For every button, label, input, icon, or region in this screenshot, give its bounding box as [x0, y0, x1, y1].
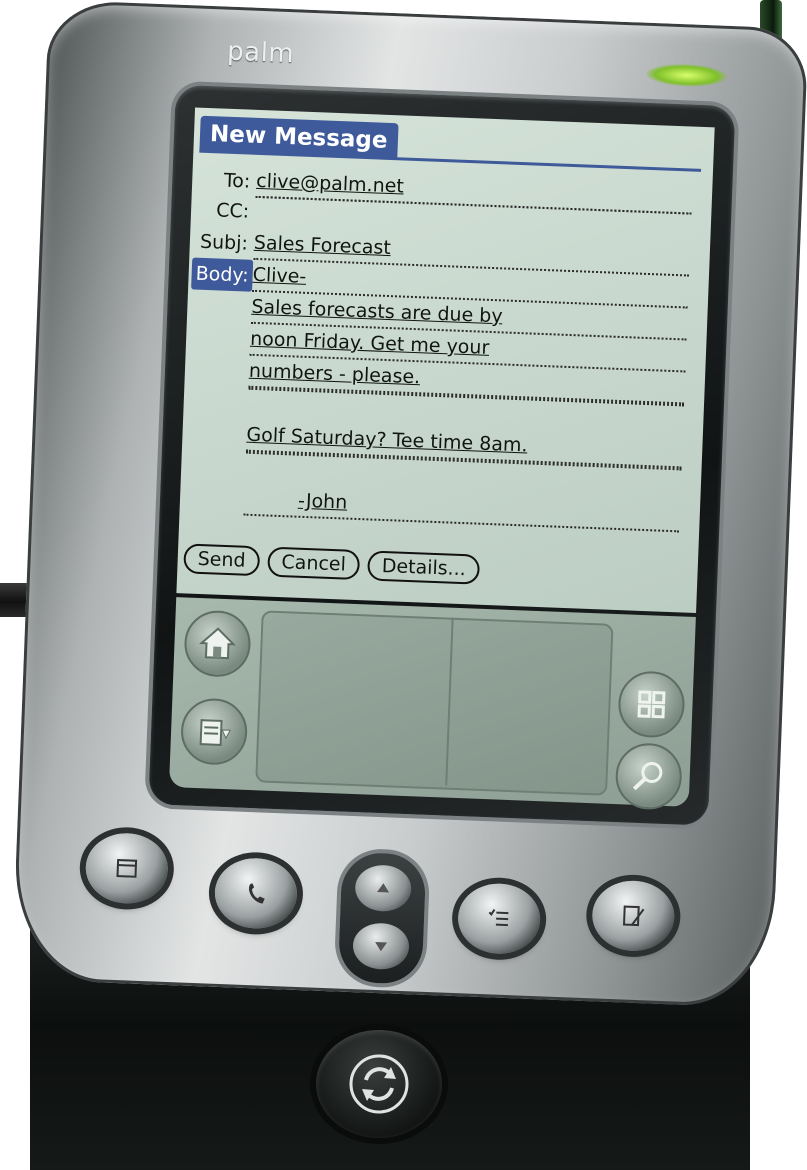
menu-button[interactable]: [179, 697, 249, 766]
details-button[interactable]: Details...: [367, 550, 481, 585]
lcd-screen: New Message To: clive@palm.net CC: Subj:…: [176, 107, 715, 614]
graffiti-writing-area[interactable]: [255, 610, 614, 796]
body-label[interactable]: Body:: [191, 257, 254, 292]
applications-button[interactable]: [617, 670, 686, 739]
memo-icon: [622, 905, 645, 927]
todo-icon: [488, 908, 509, 927]
sync-icon: [349, 1054, 409, 1114]
applications-icon: [637, 690, 666, 719]
palm-device: palm m515 New Message To: clive@palm.net…: [11, 0, 807, 1009]
home-button[interactable]: [183, 609, 252, 678]
memo-button[interactable]: [591, 879, 676, 953]
find-button[interactable]: [614, 742, 683, 811]
scroll-up-button[interactable]: [354, 864, 413, 913]
home-icon: [198, 627, 236, 660]
hotsync-button[interactable]: [316, 1030, 442, 1138]
subject-label: Subj:: [199, 230, 249, 255]
calendar-icon: [116, 859, 138, 878]
scroll-buttons: [337, 851, 427, 985]
brand-logo: palm: [226, 36, 295, 70]
cc-label: CC:: [215, 199, 250, 223]
phone-icon: [249, 883, 265, 904]
scroll-down-button[interactable]: [352, 922, 410, 971]
power-led: [646, 62, 728, 88]
phone-button[interactable]: [213, 856, 299, 930]
button-bar: Send Cancel Details...: [183, 543, 481, 585]
scroll-up-icon: [377, 883, 390, 893]
send-button[interactable]: Send: [183, 543, 261, 577]
calendar-button[interactable]: [84, 831, 170, 905]
graffiti-panel: [168, 597, 696, 811]
todo-button[interactable]: [456, 882, 542, 956]
find-icon: [632, 761, 663, 791]
menu-icon: [199, 719, 232, 746]
to-label: To:: [223, 169, 251, 193]
cancel-button[interactable]: Cancel: [266, 546, 361, 581]
screen-bezel: New Message To: clive@palm.net CC: Subj:…: [148, 84, 736, 826]
scroll-down-icon: [375, 941, 388, 952]
